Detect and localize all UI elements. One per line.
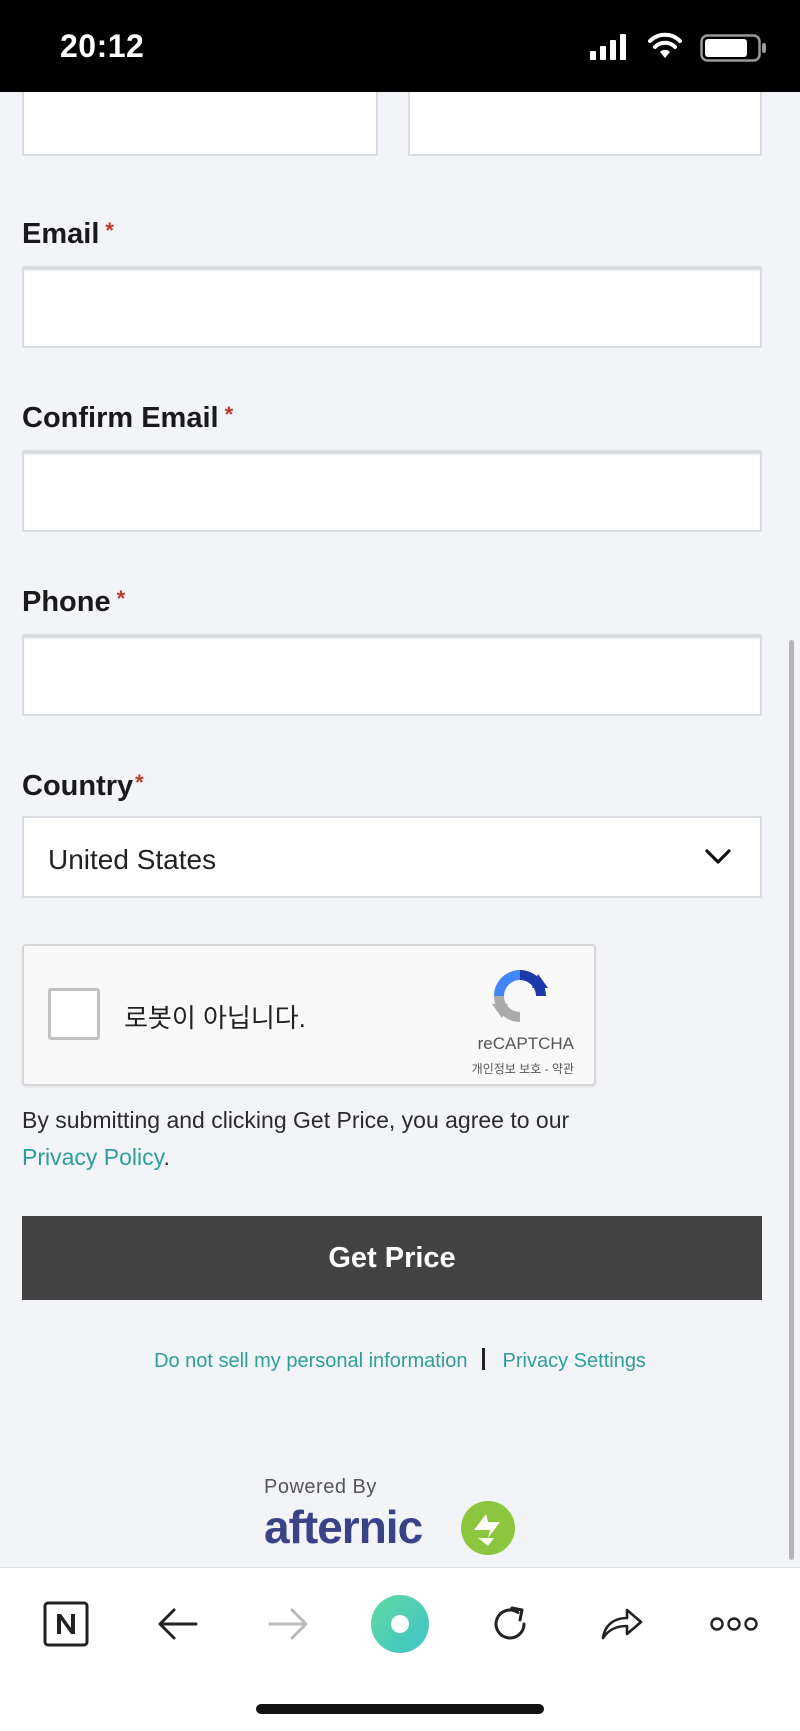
footer-links: Do not sell my personal information Priva…	[0, 1348, 800, 1373]
scrollbar[interactable]	[789, 640, 794, 1560]
wifi-icon	[648, 32, 682, 58]
more-button[interactable]	[704, 1594, 764, 1654]
footer-separator	[481, 1348, 485, 1370]
do-not-sell-link[interactable]: Do not sell my personal information	[154, 1350, 467, 1372]
first-name-field[interactable]	[22, 92, 378, 156]
naver-button[interactable]	[36, 1594, 96, 1654]
country-label: Country*	[22, 770, 144, 802]
afternic-wordmark: afternic	[264, 1501, 423, 1553]
email-field[interactable]	[22, 266, 762, 348]
more-icon	[710, 1617, 758, 1631]
status-bar: 20:12	[0, 0, 800, 92]
recaptcha-terms-link[interactable]: 개인정보 보호 - 약관	[472, 1060, 574, 1077]
confirm-email-input[interactable]	[24, 452, 760, 530]
chevron-down-icon	[705, 849, 731, 864]
back-arrow-icon	[158, 1608, 198, 1640]
phone-label: Phone *	[22, 586, 126, 618]
phone-input[interactable]	[24, 636, 760, 714]
naver-icon	[43, 1601, 89, 1647]
share-button[interactable]	[592, 1594, 652, 1654]
share-icon	[601, 1608, 643, 1640]
last-name-field[interactable]	[408, 92, 762, 156]
back-button[interactable]	[148, 1594, 208, 1654]
recaptcha-widget: 로봇이 아닙니다. reCAPTCHA 개인정보 보호 - 약관	[22, 944, 596, 1086]
email-input[interactable]	[24, 268, 760, 346]
recaptcha-label: 로봇이 아닙니다.	[124, 1003, 306, 1033]
home-indicator	[256, 1704, 544, 1714]
email-label: Email *	[22, 218, 114, 250]
green-dot-icon	[371, 1595, 429, 1653]
powered-by-label: Powered By	[264, 1476, 377, 1498]
forward-button[interactable]	[258, 1594, 318, 1654]
green-dot-button[interactable]	[368, 1592, 432, 1656]
privacy-policy-link[interactable]: Privacy Policy	[22, 1144, 163, 1170]
privacy-settings-link[interactable]: Privacy Settings	[503, 1350, 646, 1372]
forward-arrow-icon	[268, 1608, 308, 1640]
reload-button[interactable]	[480, 1594, 540, 1654]
recaptcha-checkbox[interactable]	[48, 988, 100, 1040]
reload-icon	[494, 1606, 526, 1640]
country-selected-value: United States	[48, 844, 217, 875]
confirm-email-label: Confirm Email *	[22, 402, 234, 434]
signal-icon	[590, 34, 626, 60]
form-content: Email * Confirm Email * Phone * Country* Un…	[0, 92, 800, 1567]
agreement-text: By submitting and clicking Get Price, yo…	[22, 1107, 570, 1170]
confirm-email-field[interactable]	[22, 450, 762, 532]
country-select[interactable]: United States	[22, 816, 762, 898]
recaptcha-logo-icon	[492, 970, 548, 1022]
afternic-arrows-icon	[461, 1501, 515, 1555]
battery-icon	[700, 34, 766, 62]
status-time: 20:12	[60, 28, 145, 64]
phone-field[interactable]	[22, 634, 762, 716]
get-price-button[interactable]: Get Price	[22, 1216, 762, 1300]
recaptcha-brand: reCAPTCHA	[477, 1034, 574, 1053]
